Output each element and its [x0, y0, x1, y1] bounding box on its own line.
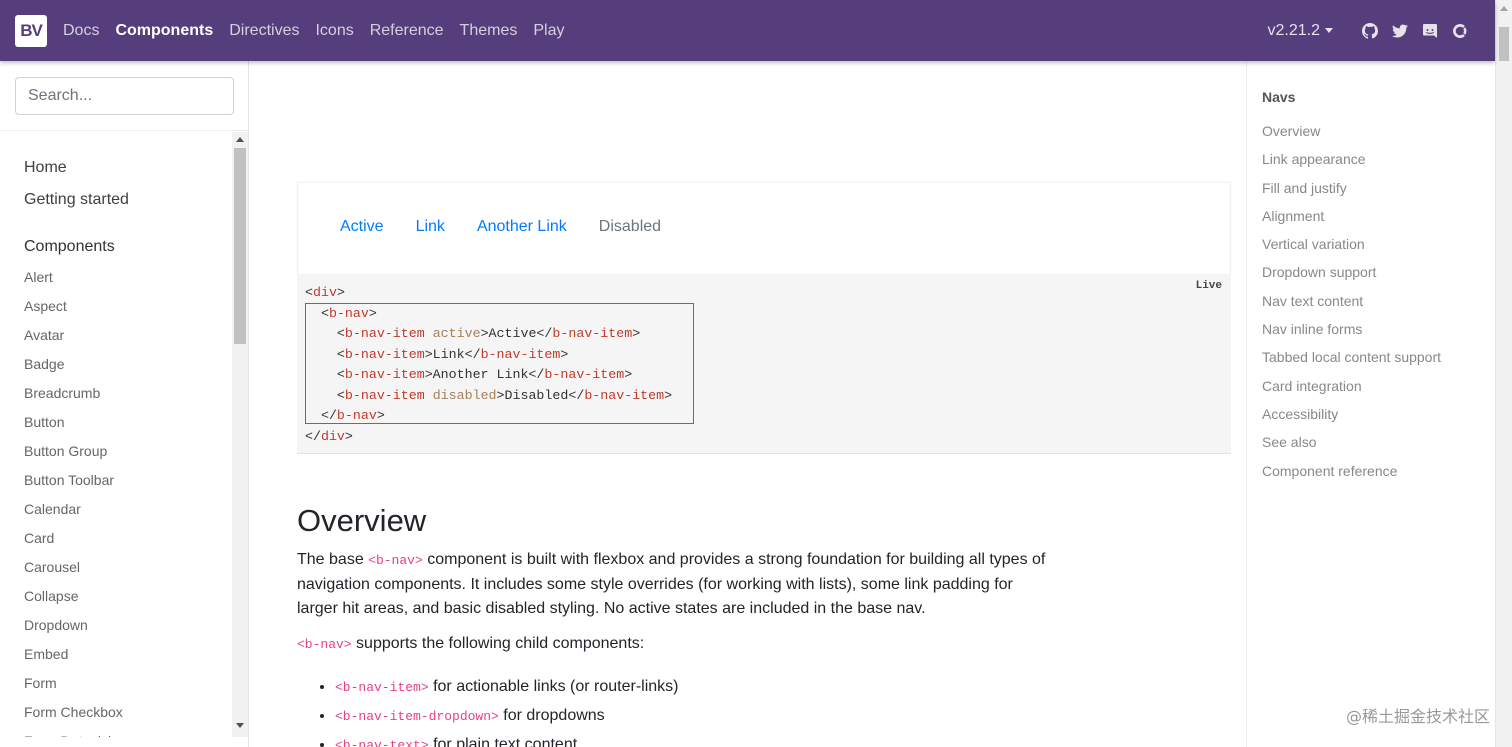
example-preview: Active Link Another Link Disabled — [297, 182, 1231, 274]
nav-link-themes[interactable]: Themes — [452, 0, 526, 61]
main-nav: Docs Components Directives Icons Referen… — [55, 0, 572, 61]
sidebar-item-button[interactable]: Button — [0, 408, 232, 437]
watermark: @稀土掘金技术社区 — [1345, 707, 1490, 726]
nav-link-components[interactable]: Components — [107, 0, 221, 61]
sidebar-item-badge[interactable]: Badge — [0, 350, 232, 379]
sidebar-scrollbar[interactable] — [232, 132, 248, 737]
twitter-icon[interactable] — [1392, 23, 1408, 39]
toc-link-see-also[interactable]: See also — [1262, 428, 1495, 456]
version-label: v2.21.2 — [1267, 21, 1320, 39]
toc-link-overview[interactable]: Overview — [1262, 117, 1495, 145]
page-scrollbar-thumb[interactable] — [1499, 27, 1509, 61]
sidebar-scroll-up-icon[interactable] — [236, 137, 244, 142]
sidebar-item-button-group[interactable]: Button Group — [0, 437, 232, 466]
table-of-contents: Navs Overview Link appearance Fill and j… — [1246, 61, 1495, 747]
sidebar-item-button-toolbar[interactable]: Button Toolbar — [0, 466, 232, 495]
inline-code-b-nav: <b-nav> — [297, 637, 352, 652]
sidebar-item-card[interactable]: Card — [0, 524, 232, 553]
nav-link-directives[interactable]: Directives — [221, 0, 307, 61]
inline-code: <b-nav-item-dropdown> — [335, 709, 499, 724]
toc-link-link-appearance[interactable]: Link appearance — [1262, 145, 1495, 173]
nav-link-icons[interactable]: Icons — [307, 0, 361, 61]
code-line: </div> — [305, 428, 353, 444]
opencollective-icon[interactable] — [1452, 23, 1468, 39]
toc-link-component-reference[interactable]: Component reference — [1262, 457, 1495, 485]
version-dropdown[interactable]: v2.21.2 — [1268, 22, 1333, 40]
scroll-up-arrow-icon[interactable] — [1500, 6, 1508, 11]
toc-link-alignment[interactable]: Alignment — [1262, 202, 1495, 230]
code-editor[interactable]: Live <div> <b-nav> <b-nav-item active>Ac… — [297, 274, 1231, 454]
toc-link-accessibility[interactable]: Accessibility — [1262, 400, 1495, 428]
code-line: <div> — [305, 285, 345, 300]
discord-icon[interactable] — [1422, 23, 1438, 39]
nav-link-play[interactable]: Play — [525, 0, 572, 61]
list-item-text: for plain text content — [428, 736, 578, 747]
sidebar-scroll-down-icon[interactable] — [236, 723, 244, 728]
sidebar-item-avatar[interactable]: Avatar — [0, 321, 232, 350]
sidebar-item-embed[interactable]: Embed — [0, 640, 232, 669]
caret-down-icon — [1325, 28, 1333, 33]
demo-nav: Active Link Another Link Disabled — [324, 218, 677, 236]
toc-link-fill-and-justify[interactable]: Fill and justify — [1262, 174, 1495, 202]
list-item-text: for dropdowns — [498, 707, 605, 724]
demo-nav-item-active[interactable]: Active — [324, 218, 400, 236]
nav-link-reference[interactable]: Reference — [362, 0, 452, 61]
sidebar-item-breadcrumb[interactable]: Breadcrumb — [0, 379, 232, 408]
list-item-text: for actionable links (or router-links) — [428, 678, 679, 695]
sidebar-link-home[interactable]: Home — [0, 152, 232, 184]
inline-code: <b-nav-item> — [335, 680, 429, 695]
sidebar-scrollbar-thumb[interactable] — [234, 148, 246, 344]
sidebar-item-carousel[interactable]: Carousel — [0, 553, 232, 582]
sidebar-item-aspect[interactable]: Aspect — [0, 292, 232, 321]
page-scrollbar[interactable] — [1495, 0, 1512, 747]
children-intro-text: supports the following child components: — [351, 635, 645, 652]
inline-code-b-nav: <b-nav> — [368, 553, 423, 568]
children-list: <b-nav-item> for actionable links (or ro… — [335, 673, 679, 747]
search-input[interactable] — [15, 77, 234, 115]
toc-link-nav-inline-forms[interactable]: Nav inline forms — [1262, 315, 1495, 343]
demo-nav-item-disabled: Disabled — [598, 218, 662, 235]
sidebar-item-collapse[interactable]: Collapse — [0, 582, 232, 611]
nav-link-docs[interactable]: Docs — [55, 0, 107, 61]
sidebar-item-alert[interactable]: Alert — [0, 263, 232, 292]
brand-logo[interactable]: BV — [15, 14, 47, 47]
demo-nav-item-link[interactable]: Link — [400, 218, 461, 236]
overview-text-before: The base — [297, 551, 369, 568]
top-navbar: BV Docs Components Directives Icons Refe… — [0, 0, 1495, 61]
highlight-box — [305, 303, 694, 424]
inline-code: <b-nav-text> — [335, 738, 429, 747]
demo-nav-item-another-link[interactable]: Another Link — [461, 218, 583, 236]
sidebar-item-form-checkbox[interactable]: Form Checkbox — [0, 698, 232, 727]
toc-link-card-integration[interactable]: Card integration — [1262, 372, 1495, 400]
toc-link-nav-text-content[interactable]: Nav text content — [1262, 287, 1495, 315]
toc-heading[interactable]: Navs — [1262, 89, 1495, 105]
navbar-right: v2.21.2 — [1268, 0, 1475, 61]
toc-link-vertical-variation[interactable]: Vertical variation — [1262, 230, 1495, 258]
live-badge: Live — [1195, 280, 1222, 292]
list-item: <b-nav-item> for actionable links (or ro… — [335, 673, 679, 702]
main-content: Active Link Another Link Disabled Live <… — [250, 61, 1246, 747]
sidebar-item-form-datepicker[interactable]: Form Datepicker — [0, 727, 232, 737]
sidebar-item-dropdown[interactable]: Dropdown — [0, 611, 232, 640]
github-icon[interactable] — [1362, 22, 1378, 39]
sidebar-item-calendar[interactable]: Calendar — [0, 495, 232, 524]
children-intro: <b-nav> supports the following child com… — [297, 635, 644, 653]
toc-link-tabbed-local-content[interactable]: Tabbed local content support — [1262, 343, 1495, 371]
overview-paragraph: The base <b-nav> component is built with… — [297, 548, 1057, 621]
search-container — [0, 61, 248, 131]
sidebar-item-form[interactable]: Form — [0, 669, 232, 698]
left-sidebar: Home Getting started Components Alert As… — [0, 61, 249, 747]
list-item: <b-nav-item-dropdown> for dropdowns — [335, 702, 679, 731]
overview-heading: Overview — [297, 503, 427, 538]
sidebar-section-components[interactable]: Components — [0, 231, 232, 263]
sidebar-nav: Home Getting started Components Alert As… — [0, 132, 232, 737]
toc-link-dropdown-support[interactable]: Dropdown support — [1262, 258, 1495, 286]
list-item: <b-nav-text> for plain text content — [335, 731, 679, 747]
sidebar-link-getting-started[interactable]: Getting started — [0, 184, 232, 216]
